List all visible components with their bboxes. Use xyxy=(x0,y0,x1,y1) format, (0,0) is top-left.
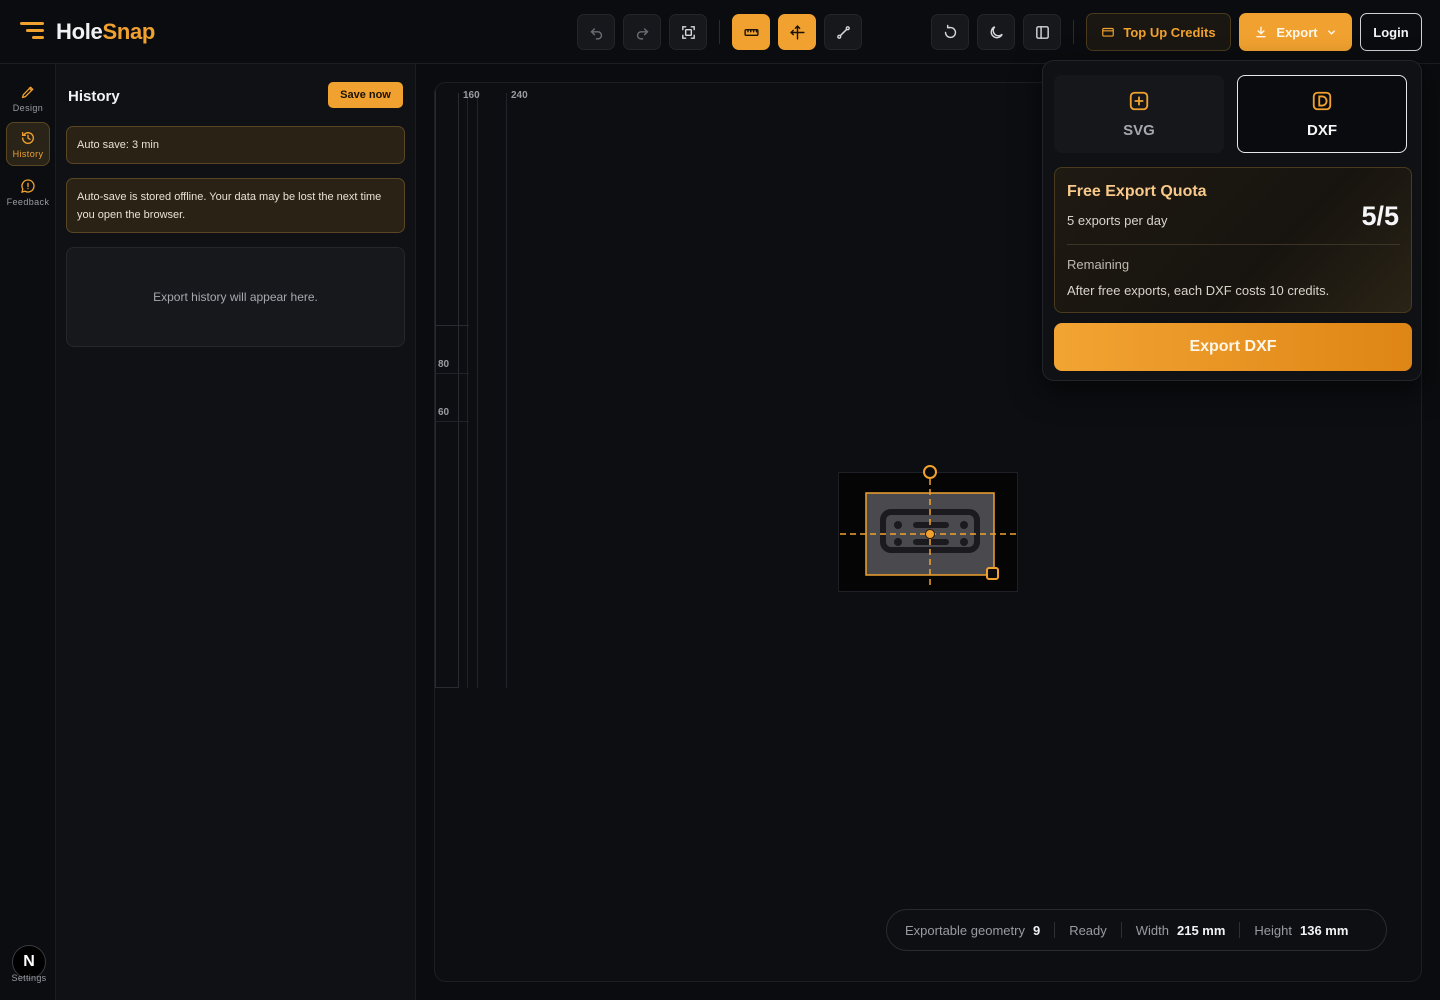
width-value: 215 mm xyxy=(1177,922,1226,938)
snap-toggle-button[interactable] xyxy=(778,14,816,50)
panel-title: History xyxy=(68,88,120,105)
chevron-down-icon xyxy=(1327,29,1335,35)
ruler-guide xyxy=(435,687,459,688)
login-button[interactable]: Login xyxy=(1360,13,1422,51)
left-rail: Design History Feedback N Settings xyxy=(0,64,56,1000)
status-bar: Exportable geometry 9 Ready Width 215 mm… xyxy=(886,909,1387,951)
toolbar-divider xyxy=(1073,20,1074,44)
credit-card-icon xyxy=(1102,27,1115,37)
quota-divider xyxy=(1067,244,1400,245)
history-panel: History Save now Auto save: 3 min Auto-s… xyxy=(56,64,416,1000)
pen-icon xyxy=(21,85,34,98)
moon-icon xyxy=(990,25,1003,38)
measure-button[interactable] xyxy=(824,14,862,50)
quota-subtitle: 5 exports per day xyxy=(1067,213,1168,228)
ruler-guide xyxy=(435,325,469,326)
redo-icon xyxy=(636,27,648,40)
format-label: DXF xyxy=(1307,121,1337,139)
rail-item-history[interactable]: History xyxy=(6,122,50,166)
ruler-guide xyxy=(435,83,436,688)
top-bar: HoleSnap Top Up Credits Export Login xyxy=(0,0,1440,64)
fit-view-button[interactable] xyxy=(669,14,707,50)
height-label: Height xyxy=(1254,922,1292,938)
toolbar-divider xyxy=(719,20,720,44)
ruler-guide xyxy=(435,373,469,374)
offline-warning: Auto-save is stored offline. Your data m… xyxy=(66,178,405,233)
ruler-tick-label: 240 xyxy=(511,90,528,101)
save-now-button[interactable]: Save now xyxy=(328,82,403,108)
selected-part[interactable] xyxy=(838,461,1018,593)
panel-toggle-button[interactable] xyxy=(1023,14,1061,50)
credit-note: After free exports, each DXF costs 10 cr… xyxy=(1067,283,1330,298)
top-up-credits-label: Top Up Credits xyxy=(1123,24,1216,40)
d-square-icon xyxy=(1312,91,1332,110)
rail-item-design[interactable]: Design xyxy=(6,76,50,120)
measure-icon xyxy=(836,25,850,39)
reset-button[interactable] xyxy=(931,14,969,50)
ruler-tick-label: 160 xyxy=(463,90,480,101)
rail-label: Design xyxy=(12,102,44,113)
ruler-guide xyxy=(435,421,469,422)
quota-title: Free Export Quota xyxy=(1067,183,1207,200)
geometry-count: 9 xyxy=(1032,922,1041,938)
export-history-empty: Export history will appear here. xyxy=(66,247,405,347)
undo-icon xyxy=(590,27,602,40)
app-name: HoleSnap xyxy=(56,19,156,44)
export-popover: SVG DXF Free Export Quota 5 exports per … xyxy=(1042,60,1422,381)
rail-label: History xyxy=(12,148,44,159)
ruler-tick-label: 80 xyxy=(438,359,450,370)
feedback-icon xyxy=(21,178,35,193)
ruler-tick-label: 60 xyxy=(438,407,450,418)
sidebar-icon xyxy=(1035,25,1049,39)
free-export-quota-card: Free Export Quota 5 exports per day 5/5 … xyxy=(1054,167,1412,313)
fit-view-icon xyxy=(681,25,695,39)
ruler-guide xyxy=(477,93,478,688)
rail-item-feedback[interactable]: Feedback xyxy=(6,170,50,214)
height-value: 136 mm xyxy=(1300,922,1349,938)
logo-mark-icon xyxy=(18,18,46,46)
ruler-guide xyxy=(467,93,468,688)
format-label: SVG xyxy=(1123,121,1155,139)
settings-label: Settings xyxy=(11,973,47,983)
ruler-toggle-button[interactable] xyxy=(732,14,770,50)
redo-button[interactable] xyxy=(623,14,661,50)
status-divider xyxy=(1239,922,1241,938)
status-divider xyxy=(1120,922,1122,938)
format-option-svg[interactable]: SVG xyxy=(1054,75,1224,153)
ruler-icon xyxy=(743,28,759,36)
export-button[interactable]: Export xyxy=(1239,13,1352,51)
rail-label: Feedback xyxy=(6,196,50,207)
undo-button[interactable] xyxy=(577,14,615,50)
remaining-label: Remaining xyxy=(1067,257,1130,272)
geometry-label: Exportable geometry xyxy=(905,922,1025,938)
width-label: Width xyxy=(1135,922,1169,938)
quota-count: 5/5 xyxy=(1361,201,1399,231)
export-label: Export xyxy=(1276,24,1318,40)
refresh-icon xyxy=(944,24,956,38)
app-logo[interactable]: HoleSnap xyxy=(18,18,155,46)
ruler-guide xyxy=(458,93,459,688)
status-divider xyxy=(1054,922,1056,938)
top-up-credits-button[interactable]: Top Up Credits xyxy=(1086,13,1231,51)
download-icon xyxy=(1256,26,1267,38)
history-icon xyxy=(22,131,34,144)
settings-button[interactable]: N Settings xyxy=(7,945,51,983)
plus-square-icon xyxy=(1129,91,1149,110)
export-dxf-button[interactable]: Export DXF xyxy=(1054,323,1412,371)
theme-toggle-button[interactable] xyxy=(977,14,1015,50)
ruler-guide xyxy=(506,93,507,688)
status-state: Ready xyxy=(1069,922,1107,938)
autosave-interval: Auto save: 3 min xyxy=(66,126,405,164)
format-option-dxf[interactable]: DXF xyxy=(1237,75,1407,153)
snap-icon xyxy=(789,24,805,40)
